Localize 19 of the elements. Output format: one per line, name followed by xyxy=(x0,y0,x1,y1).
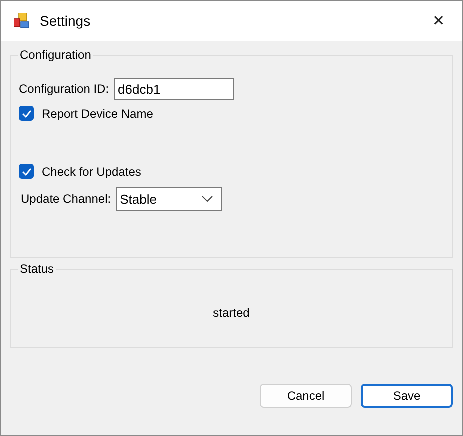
update-channel-label: Update Channel: xyxy=(21,192,112,206)
status-text: started xyxy=(212,306,251,320)
cancel-button[interactable]: Cancel xyxy=(260,384,352,408)
configuration-id-field[interactable]: d6dcb1 xyxy=(114,78,234,100)
configuration-id-label: Configuration ID: xyxy=(19,82,110,96)
checkbox[interactable] xyxy=(19,164,34,179)
checkmark-icon xyxy=(22,168,32,176)
group-title: Configuration xyxy=(19,48,92,62)
checkbox-label: Report Device Name xyxy=(42,106,154,120)
save-button[interactable]: Save xyxy=(361,384,453,408)
close-button[interactable]: ✕ xyxy=(416,1,462,41)
chevron-down-icon xyxy=(202,196,214,202)
checkbox[interactable] xyxy=(19,106,34,121)
window-title: Settings xyxy=(40,13,92,29)
group-title: Status xyxy=(19,262,56,276)
checkbox-label: Check for Updates xyxy=(42,164,142,178)
app-icon xyxy=(14,13,32,29)
checkmark-icon xyxy=(22,110,32,118)
update-channel-dropdown[interactable]: Stable xyxy=(116,187,222,211)
